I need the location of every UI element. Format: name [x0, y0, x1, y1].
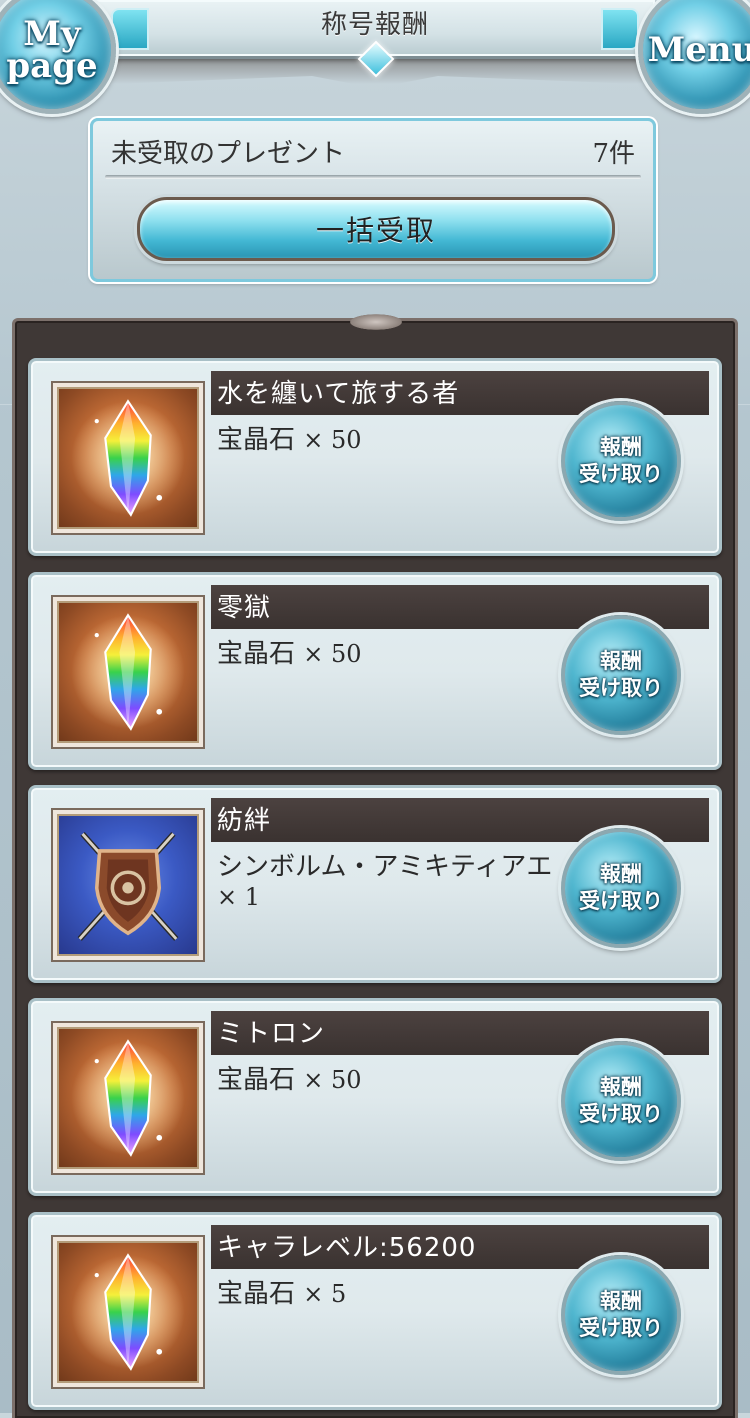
present-panel: 未受取のプレゼント 7件 一括受取: [90, 118, 656, 282]
reward-quantity: × 50: [303, 426, 362, 454]
reward-item-name: 宝晶石: [217, 639, 296, 669]
claim-label-line2: 受け取り: [579, 1316, 663, 1340]
crystal-icon: [71, 1253, 185, 1371]
crystal-icon: [71, 613, 185, 731]
claim-reward-button[interactable]: 報酬 受け取り: [561, 1041, 681, 1161]
reward-title: 零獄: [217, 593, 272, 623]
reward-title: 紡絆: [217, 806, 272, 836]
reward-description: 宝晶石 × 50: [217, 639, 567, 669]
reward-card: 紡絆 シンボルム・アミキティアエ × 1 報酬 受け取り: [28, 785, 722, 983]
present-count: 7件: [592, 139, 635, 169]
menu-label: Menu: [647, 29, 750, 70]
claim-label-line1: 報酬: [600, 1289, 642, 1313]
claim-reward-button[interactable]: 報酬 受け取り: [561, 401, 681, 521]
reward-card: ミトロン 宝晶石 × 50 報酬 受け取り: [28, 998, 722, 1196]
claim-label-line2: 受け取り: [579, 1102, 663, 1126]
item-thumbnail: [53, 597, 203, 747]
reward-item-name: 宝晶石: [217, 1279, 296, 1309]
reward-description: 宝晶石 × 50: [217, 425, 567, 455]
reward-title: キャラレベル:56200: [217, 1233, 477, 1263]
reward-description: シンボルム・アミキティアエ × 1: [217, 852, 567, 912]
reward-item-name: シンボルム・アミキティアエ: [217, 852, 553, 882]
claim-reward-button[interactable]: 報酬 受け取り: [561, 828, 681, 948]
divider: [105, 175, 641, 179]
crystal-icon: [71, 399, 185, 517]
reward-item-name: 宝晶石: [217, 1065, 296, 1095]
reward-item-name: 宝晶石: [217, 425, 296, 455]
bulk-receive-button[interactable]: 一括受取: [137, 197, 615, 261]
mypage-label-line2: page: [6, 46, 98, 86]
item-thumbnail: [53, 1237, 203, 1387]
frame-ornament: [346, 313, 406, 331]
present-label: 未受取のプレゼント: [111, 139, 346, 169]
reward-title: 水を纏いて旅する者: [217, 379, 460, 409]
reward-quantity: × 5: [303, 1280, 347, 1308]
reward-quantity: × 50: [303, 1066, 362, 1094]
claim-reward-button[interactable]: 報酬 受け取り: [561, 1255, 681, 1375]
shield-swords-icon: [77, 831, 179, 941]
reward-quantity: × 50: [303, 640, 362, 668]
claim-label-line2: 受け取り: [579, 462, 663, 486]
item-thumbnail: [53, 1023, 203, 1173]
header: 称号報酬 My page Menu: [0, 0, 750, 114]
item-thumbnail: [53, 810, 203, 960]
claim-label-line1: 報酬: [600, 862, 642, 886]
reward-card: キャラレベル:56200 宝晶石 × 5 報酬 受け取り: [28, 1212, 722, 1410]
claim-label-line2: 受け取り: [579, 676, 663, 700]
claim-label-line1: 報酬: [600, 1075, 642, 1099]
mypage-button[interactable]: My page: [0, 0, 116, 114]
reward-description: 宝晶石 × 50: [217, 1065, 567, 1095]
reward-card: 水を纏いて旅する者 宝晶石 × 50 報酬 受け取り: [28, 358, 722, 556]
claim-label-line2: 受け取り: [579, 889, 663, 913]
claim-label-line1: 報酬: [600, 435, 642, 459]
reward-quantity: × 1: [217, 883, 261, 911]
claim-label-line1: 報酬: [600, 649, 642, 673]
claim-reward-button[interactable]: 報酬 受け取り: [561, 615, 681, 735]
crystal-icon: [71, 1039, 185, 1157]
reward-description: 宝晶石 × 5: [217, 1279, 567, 1309]
reward-title: ミトロン: [217, 1019, 326, 1049]
menu-button[interactable]: Menu: [638, 0, 750, 114]
reward-card: 零獄 宝晶石 × 50 報酬 受け取り: [28, 572, 722, 770]
item-thumbnail: [53, 383, 203, 533]
